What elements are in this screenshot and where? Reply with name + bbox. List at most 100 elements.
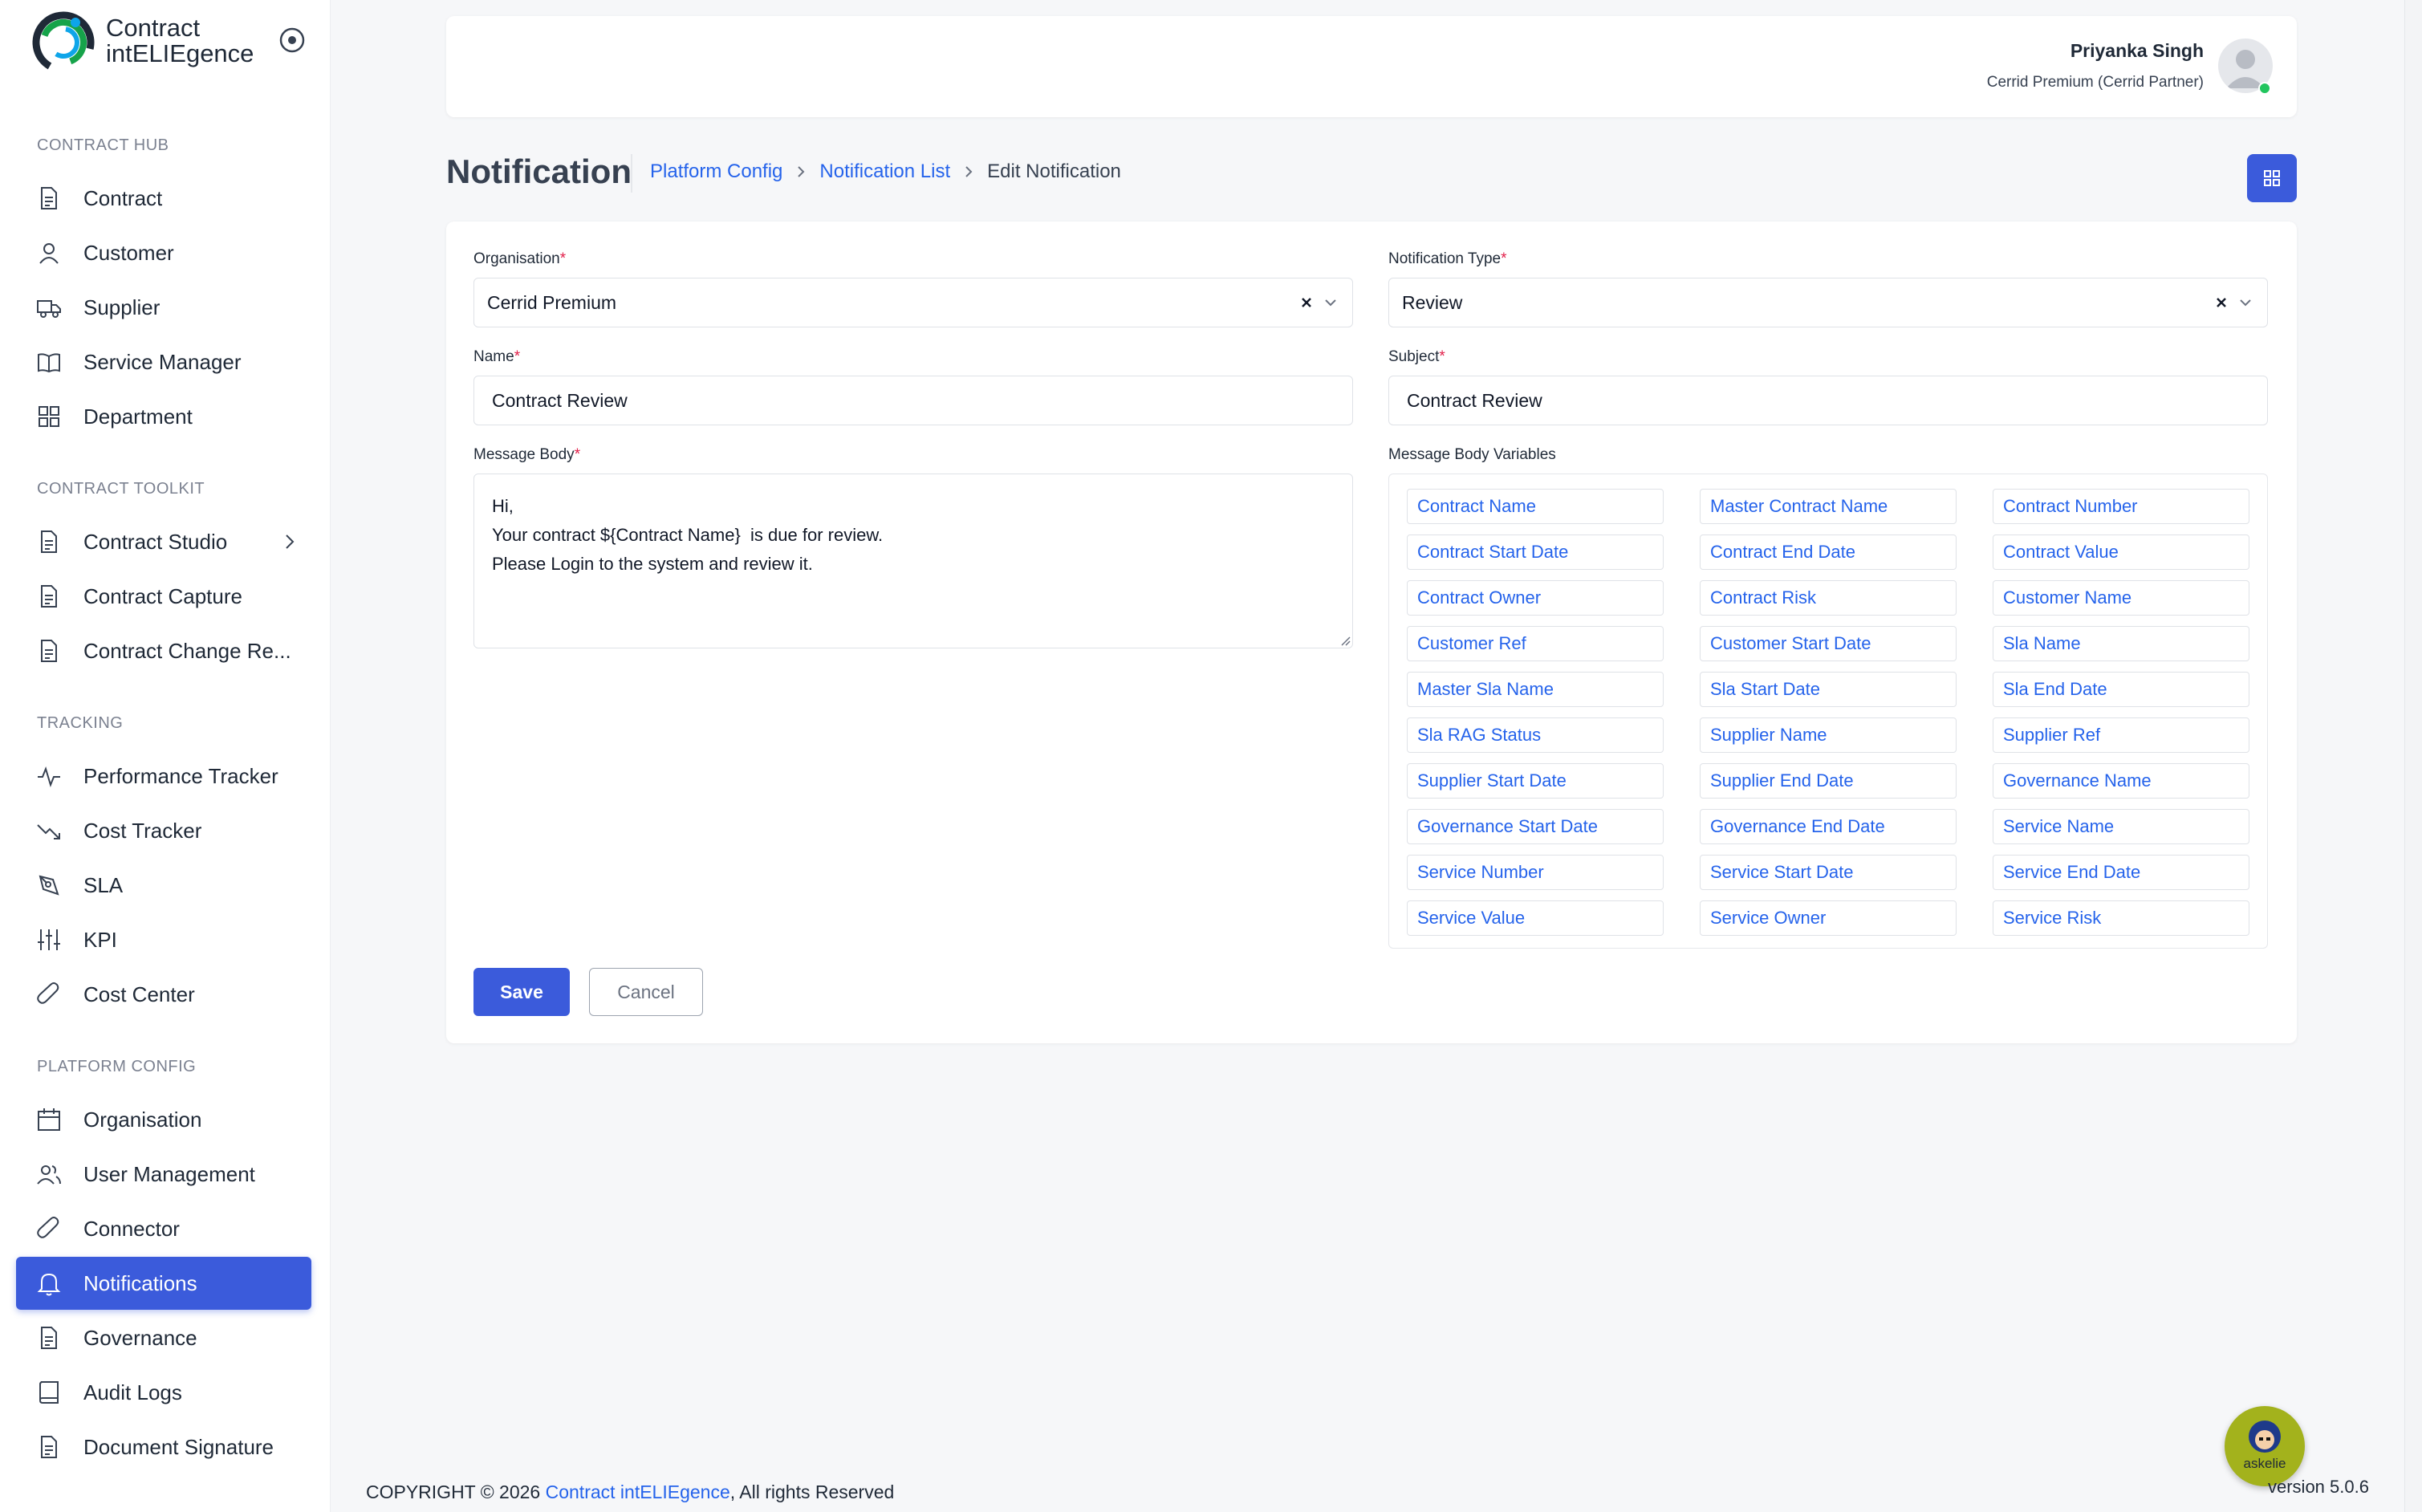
variable-chip[interactable]: Sla End Date — [1993, 672, 2249, 707]
sidebar-item-contract-capture[interactable]: Contract Capture — [16, 570, 311, 623]
sidebar-item-contract[interactable]: Contract — [16, 172, 311, 225]
organisation-select[interactable]: Cerrid Premium — [473, 278, 1353, 327]
message-body-variables-panel: Contract Name Master Contract Name Contrac… — [1388, 474, 2268, 949]
sidebar-item-department[interactable]: Department — [16, 390, 311, 443]
clear-icon[interactable] — [1298, 294, 1315, 311]
sidebar-item-label: Governance — [83, 1325, 197, 1350]
chevron-down-icon[interactable] — [1322, 294, 1339, 311]
variable-chip[interactable]: Supplier Start Date — [1407, 763, 1664, 799]
name-value: Contract Review — [492, 389, 628, 411]
variable-chip[interactable]: Customer Ref — [1407, 626, 1664, 661]
sidebar-section-title: CONTRACT TOOLKIT — [37, 480, 205, 498]
sidebar-item-document-signature[interactable]: Document Signature — [16, 1421, 311, 1473]
book-open-icon — [35, 348, 63, 376]
breadcrumb-notification-list[interactable]: Notification List — [819, 161, 950, 183]
trending-down-icon — [35, 817, 63, 844]
variable-chip[interactable]: Master Contract Name — [1700, 489, 1957, 524]
variable-chip[interactable]: Supplier End Date — [1700, 763, 1957, 799]
sidebar-item-kpi[interactable]: KPI — [16, 913, 311, 966]
notification-type-select[interactable]: Review — [1388, 278, 2268, 327]
chevron-right-icon — [965, 166, 973, 177]
sidebar-item-governance[interactable]: Governance — [16, 1311, 311, 1364]
sidebar-item-supplier[interactable]: Supplier — [16, 281, 311, 334]
notification-form-card: Organisation* Cerrid Premium Notificatio… — [446, 222, 2297, 1043]
variable-chip[interactable]: Service Number — [1407, 855, 1664, 890]
sidebar-item-sla[interactable]: SLA — [16, 859, 311, 912]
variable-chip[interactable]: Supplier Name — [1700, 717, 1957, 753]
clear-icon[interactable] — [2213, 294, 2230, 311]
variable-chip[interactable]: Master Sla Name — [1407, 672, 1664, 707]
sidebar-item-connector[interactable]: Connector — [16, 1202, 311, 1255]
variable-chip[interactable]: Sla Start Date — [1700, 672, 1957, 707]
variable-chip[interactable]: Service Value — [1407, 900, 1664, 936]
sidebar-item-organisation[interactable]: Organisation — [16, 1093, 311, 1146]
variable-chip[interactable]: Contract Owner — [1407, 580, 1664, 616]
chevron-down-icon[interactable] — [2237, 294, 2254, 311]
variable-chip[interactable]: Contract End Date — [1700, 534, 1957, 570]
variable-chip[interactable]: Service Name — [1993, 809, 2249, 844]
sidebar-item-service-manager[interactable]: Service Manager — [16, 335, 311, 388]
variable-chip[interactable]: Customer Name — [1993, 580, 2249, 616]
name-input[interactable]: Contract Review — [473, 376, 1353, 425]
logo-line2: intELIEgence — [106, 39, 254, 67]
page-scrollbar[interactable] — [2404, 0, 2422, 1512]
variable-chip[interactable]: Service Risk — [1993, 900, 2249, 936]
footer-brand-link[interactable]: Contract intELIEgence — [546, 1482, 730, 1502]
sidebar-item-audit-logs[interactable]: Audit Logs — [16, 1366, 311, 1419]
breadcrumb-platform-config[interactable]: Platform Config — [650, 161, 782, 183]
variable-chip[interactable]: Supplier Ref — [1993, 717, 2249, 753]
message-line: Hi, — [492, 496, 514, 516]
variable-chip[interactable]: Customer Start Date — [1700, 626, 1957, 661]
target-settings-icon[interactable] — [278, 26, 307, 55]
paperclip-icon — [35, 981, 63, 1008]
variable-chip[interactable]: Contract Number — [1993, 489, 2249, 524]
variable-chip[interactable]: Contract Name — [1407, 489, 1664, 524]
variable-chip[interactable]: Governance Start Date — [1407, 809, 1664, 844]
variable-chip[interactable]: Contract Value — [1993, 534, 2249, 570]
notification-type-label: Notification Type* — [1388, 250, 1507, 267]
sidebar-item-label: Department — [83, 404, 193, 429]
user-organisation: Cerrid Premium (Cerrid Partner) — [1986, 74, 2204, 91]
sidebar-item-cost-tracker[interactable]: Cost Tracker — [16, 804, 311, 857]
cancel-button[interactable]: Cancel — [589, 968, 703, 1016]
sidebar-item-label: SLA — [83, 872, 124, 897]
variable-chip[interactable]: Governance End Date — [1700, 809, 1957, 844]
variable-chip[interactable]: Service Start Date — [1700, 855, 1957, 890]
copyright-suffix: , All rights Reserved — [729, 1482, 895, 1502]
askelie-assistant-button[interactable]: askelie — [2225, 1406, 2305, 1486]
variable-chip[interactable]: Contract Risk — [1700, 580, 1957, 616]
top-header: Priyanka Singh Cerrid Premium (Cerrid Pa… — [446, 16, 2297, 117]
variable-chip[interactable]: Service Owner — [1700, 900, 1957, 936]
bell-icon — [35, 1270, 63, 1297]
sidebar-item-customer[interactable]: Customer — [16, 226, 311, 279]
variable-chip[interactable]: Sla RAG Status — [1407, 717, 1664, 753]
message-body-label: Message Body* — [473, 446, 581, 463]
save-button[interactable]: Save — [473, 968, 570, 1016]
logo-mark-icon — [32, 11, 95, 74]
variable-chip[interactable]: Sla Name — [1993, 626, 2249, 661]
variable-chip[interactable]: Contract Start Date — [1407, 534, 1664, 570]
grid-view-button[interactable] — [2247, 154, 2297, 202]
app-logo[interactable]: Contract intELIEgence — [27, 5, 268, 77]
sidebar-item-label: Notifications — [83, 1270, 197, 1295]
sidebar-item-contract-change-re[interactable]: Contract Change Re... — [16, 624, 311, 677]
activity-icon — [35, 762, 63, 790]
subject-value: Contract Review — [1407, 389, 1542, 411]
paperclip-icon — [35, 1215, 63, 1242]
organisation-value: Cerrid Premium — [487, 291, 617, 313]
variable-chip[interactable]: Governance Name — [1993, 763, 2249, 799]
user-icon — [35, 239, 63, 266]
sidebar-item-contract-studio[interactable]: Contract Studio — [16, 515, 311, 568]
sidebar-item-notifications[interactable]: Notifications — [16, 1257, 311, 1310]
sidebar-item-cost-center[interactable]: Cost Center — [16, 968, 311, 1021]
subject-input[interactable]: Contract Review — [1388, 376, 2268, 425]
resize-handle-icon[interactable] — [1338, 633, 1351, 646]
message-body-textarea[interactable]: Hi, Your contract ${Contract Name} is du… — [473, 474, 1353, 648]
page-title: Notification — [446, 152, 632, 190]
chevron-right-icon[interactable] — [279, 531, 300, 552]
document-icon — [35, 637, 63, 665]
variable-chip[interactable]: Service End Date — [1993, 855, 2249, 890]
sidebar-section-title: PLATFORM CONFIG — [37, 1058, 197, 1075]
sidebar-item-performance-tracker[interactable]: Performance Tracker — [16, 750, 311, 803]
sidebar-item-user-management[interactable]: User Management — [16, 1148, 311, 1201]
